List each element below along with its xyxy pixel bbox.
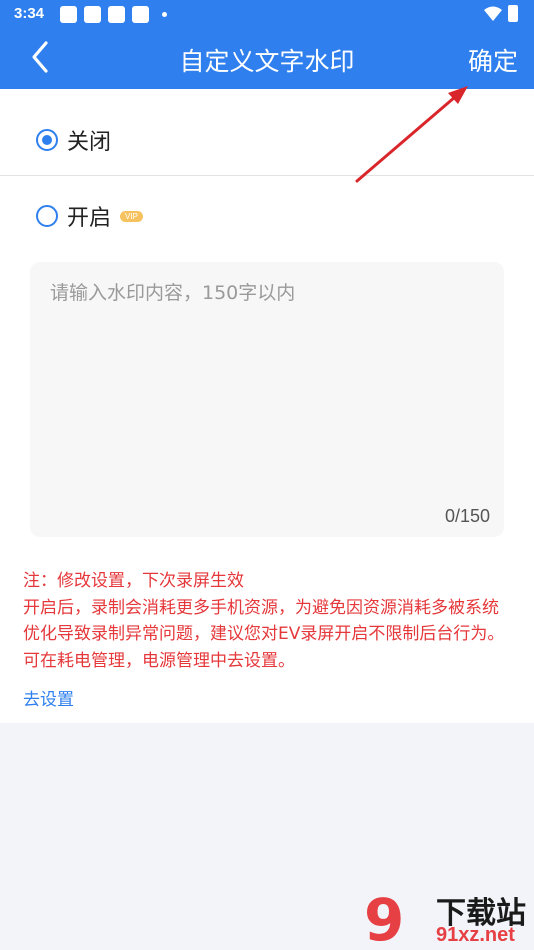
site-logo: 9 xyxy=(364,886,405,950)
site-watermark: 9 下载站 91xz.net xyxy=(360,886,534,950)
vip-badge: VIP xyxy=(120,210,143,222)
confirm-button[interactable]: 确定 xyxy=(468,42,518,78)
annotation-arrow-icon xyxy=(355,86,468,183)
watermark-text-input[interactable]: 请输入水印内容，150字以内 0/150 xyxy=(30,262,504,537)
more-notifications-icon xyxy=(162,12,167,17)
nav-bar: 自定义文字水印 确定 xyxy=(0,28,534,89)
notice-text: 注：修改设置，下次录屏生效 开启后，录制会消耗更多手机资源，为避免因资源消耗多被… xyxy=(23,568,515,674)
battery-icon xyxy=(508,5,518,22)
go-settings-link[interactable]: 去设置 xyxy=(23,685,74,710)
radio-unselected-icon[interactable] xyxy=(36,205,58,227)
page-title: 自定义文字水印 xyxy=(179,47,355,76)
option-on[interactable]: 开启 VIP xyxy=(36,200,143,232)
notification-icon xyxy=(108,6,125,23)
wifi-icon xyxy=(484,6,502,21)
notification-icon xyxy=(84,6,101,23)
character-counter: 0/150 xyxy=(444,506,490,526)
site-domain: 91xz.net xyxy=(436,924,515,946)
option-off-label: 关闭 xyxy=(67,130,112,155)
notice-line-2: 开启后，录制会消耗更多手机资源，为避免因资源消耗多被系统优化导致录制异常问题，建… xyxy=(23,597,505,671)
option-off[interactable]: 关闭 xyxy=(36,124,111,156)
radio-selected-icon[interactable] xyxy=(36,129,58,151)
notice-line-1: 注：修改设置，下次录屏生效 xyxy=(23,571,244,591)
option-on-label: 开启 xyxy=(67,206,112,231)
input-placeholder: 请输入水印内容，150字以内 xyxy=(50,282,296,304)
status-bar: 3:34 xyxy=(0,0,534,28)
notification-icon xyxy=(60,6,77,23)
notification-icon xyxy=(132,6,149,23)
status-time: 3:34 xyxy=(14,5,45,22)
top-bar: 3:34 自定义文字水印 确定 xyxy=(0,0,534,89)
